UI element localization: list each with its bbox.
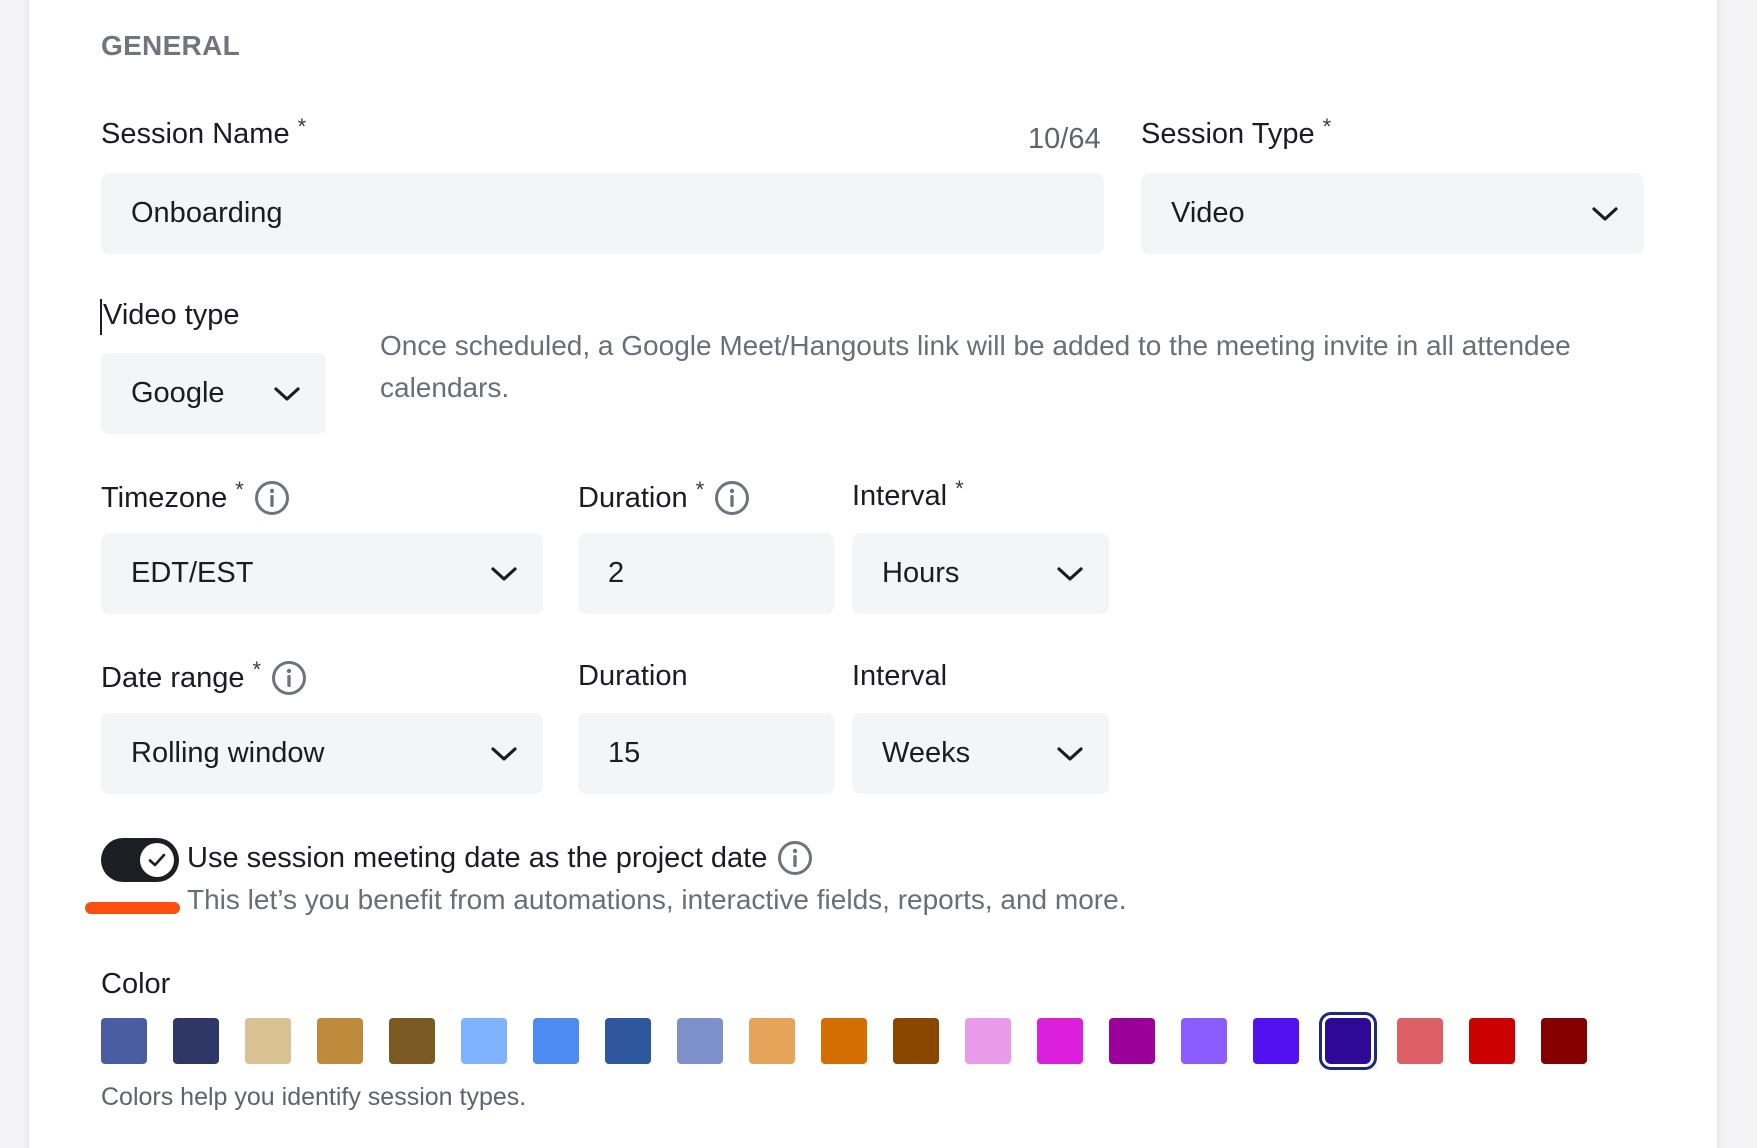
required-marker: * xyxy=(235,477,244,502)
timezone-label-text: Timezone xyxy=(101,481,228,514)
color-swatch[interactable] xyxy=(821,1018,867,1064)
color-swatch[interactable] xyxy=(173,1018,219,1064)
video-type-help-text: Once scheduled, a Google Meet/Hangouts l… xyxy=(380,330,1571,403)
date-range-select[interactable]: Rolling window xyxy=(101,713,543,794)
color-label: Color xyxy=(101,968,170,1001)
project-date-toggle[interactable] xyxy=(101,838,179,882)
range-duration-value: 15 xyxy=(608,737,641,769)
color-swatch[interactable] xyxy=(1397,1018,1443,1064)
checkmark-icon xyxy=(148,853,166,867)
interval-label-text: Interval xyxy=(852,480,948,512)
range-duration-label: Duration xyxy=(578,660,688,693)
text-cursor xyxy=(100,299,102,335)
timezone-label: Timezone * xyxy=(101,477,290,516)
chevron-down-icon xyxy=(491,746,517,761)
color-swatch[interactable] xyxy=(389,1018,435,1064)
required-marker: * xyxy=(695,477,705,502)
focus-underline xyxy=(85,902,180,914)
chevron-down-icon xyxy=(274,386,300,401)
color-swatch[interactable] xyxy=(749,1018,795,1064)
duration-label-text: Duration xyxy=(578,481,688,514)
required-marker: * xyxy=(1322,113,1332,139)
range-duration-label-text: Duration xyxy=(578,660,688,692)
range-interval-select[interactable]: Weeks xyxy=(852,713,1109,794)
timezone-select[interactable]: EDT/EST xyxy=(101,533,543,614)
session-type-select[interactable]: Video xyxy=(1141,173,1644,254)
toggle-knob xyxy=(140,843,174,877)
timezone-value: EDT/EST xyxy=(131,557,254,589)
session-name-label-text: Session Name xyxy=(101,118,290,150)
session-name-value: Onboarding xyxy=(131,197,283,229)
date-range-label: Date range * xyxy=(101,657,307,696)
session-type-label-text: Session Type xyxy=(1141,118,1315,150)
color-label-text: Color xyxy=(101,968,171,1000)
chevron-down-icon xyxy=(1592,206,1618,221)
color-swatch[interactable] xyxy=(1253,1018,1299,1064)
color-swatch-row xyxy=(101,1012,1601,1078)
info-icon[interactable] xyxy=(777,840,813,876)
color-help-text: Colors help you identify session types. xyxy=(101,1083,527,1111)
video-type-select[interactable]: Google xyxy=(101,353,326,434)
range-interval-label: Interval xyxy=(852,660,947,693)
color-swatch[interactable] xyxy=(245,1018,291,1064)
color-swatch[interactable] xyxy=(1181,1018,1227,1064)
range-duration-input[interactable]: 15 xyxy=(578,713,834,794)
range-interval-label-text: Interval xyxy=(852,660,948,692)
color-swatch[interactable] xyxy=(1037,1018,1083,1064)
project-date-toggle-label[interactable]: Use session meeting date as the project … xyxy=(187,840,813,876)
project-date-toggle-description: This let’s you benefit from automations,… xyxy=(187,884,1127,915)
date-range-label-text: Date range xyxy=(101,661,245,694)
color-swatch[interactable] xyxy=(1541,1018,1587,1064)
session-name-label: Session Name * xyxy=(101,114,306,151)
required-marker: * xyxy=(252,657,262,682)
session-type-label: Session Type * xyxy=(1141,114,1331,151)
color-swatch[interactable] xyxy=(605,1018,651,1064)
color-swatch[interactable] xyxy=(1109,1018,1155,1064)
project-date-toggle-label-text: Use session meeting date as the project … xyxy=(187,841,768,874)
chevron-down-icon xyxy=(491,566,517,581)
video-type-label-text: Video type xyxy=(103,299,240,331)
color-swatch[interactable] xyxy=(101,1018,147,1064)
section-title: GENERAL xyxy=(101,30,240,61)
info-icon[interactable] xyxy=(254,480,290,516)
video-type-label: Video type xyxy=(103,299,240,332)
chevron-down-icon xyxy=(1057,566,1083,581)
interval-select[interactable]: Hours xyxy=(852,533,1109,614)
color-swatch[interactable] xyxy=(317,1018,363,1064)
chevron-down-icon xyxy=(1057,746,1083,761)
color-swatch[interactable] xyxy=(1469,1018,1515,1064)
interval-label: Interval * xyxy=(852,476,964,513)
info-icon[interactable] xyxy=(271,660,307,696)
required-marker: * xyxy=(955,475,964,501)
required-marker: * xyxy=(297,113,307,139)
color-swatch[interactable] xyxy=(1319,1012,1377,1070)
video-type-value: Google xyxy=(131,377,225,409)
duration-label: Duration * xyxy=(578,477,750,516)
color-swatch[interactable] xyxy=(461,1018,507,1064)
color-swatch[interactable] xyxy=(677,1018,723,1064)
date-range-value: Rolling window xyxy=(131,737,325,769)
info-icon[interactable] xyxy=(714,480,750,516)
range-interval-value: Weeks xyxy=(882,737,971,769)
duration-value: 2 xyxy=(608,557,625,589)
interval-value: Hours xyxy=(882,557,960,589)
color-swatch[interactable] xyxy=(533,1018,579,1064)
duration-input[interactable]: 2 xyxy=(578,533,834,614)
session-name-input[interactable]: Onboarding xyxy=(101,173,1104,254)
color-swatch[interactable] xyxy=(965,1018,1011,1064)
session-type-value: Video xyxy=(1171,197,1245,229)
session-name-char-counter: 10/64 xyxy=(1028,123,1101,155)
color-swatch[interactable] xyxy=(893,1018,939,1064)
